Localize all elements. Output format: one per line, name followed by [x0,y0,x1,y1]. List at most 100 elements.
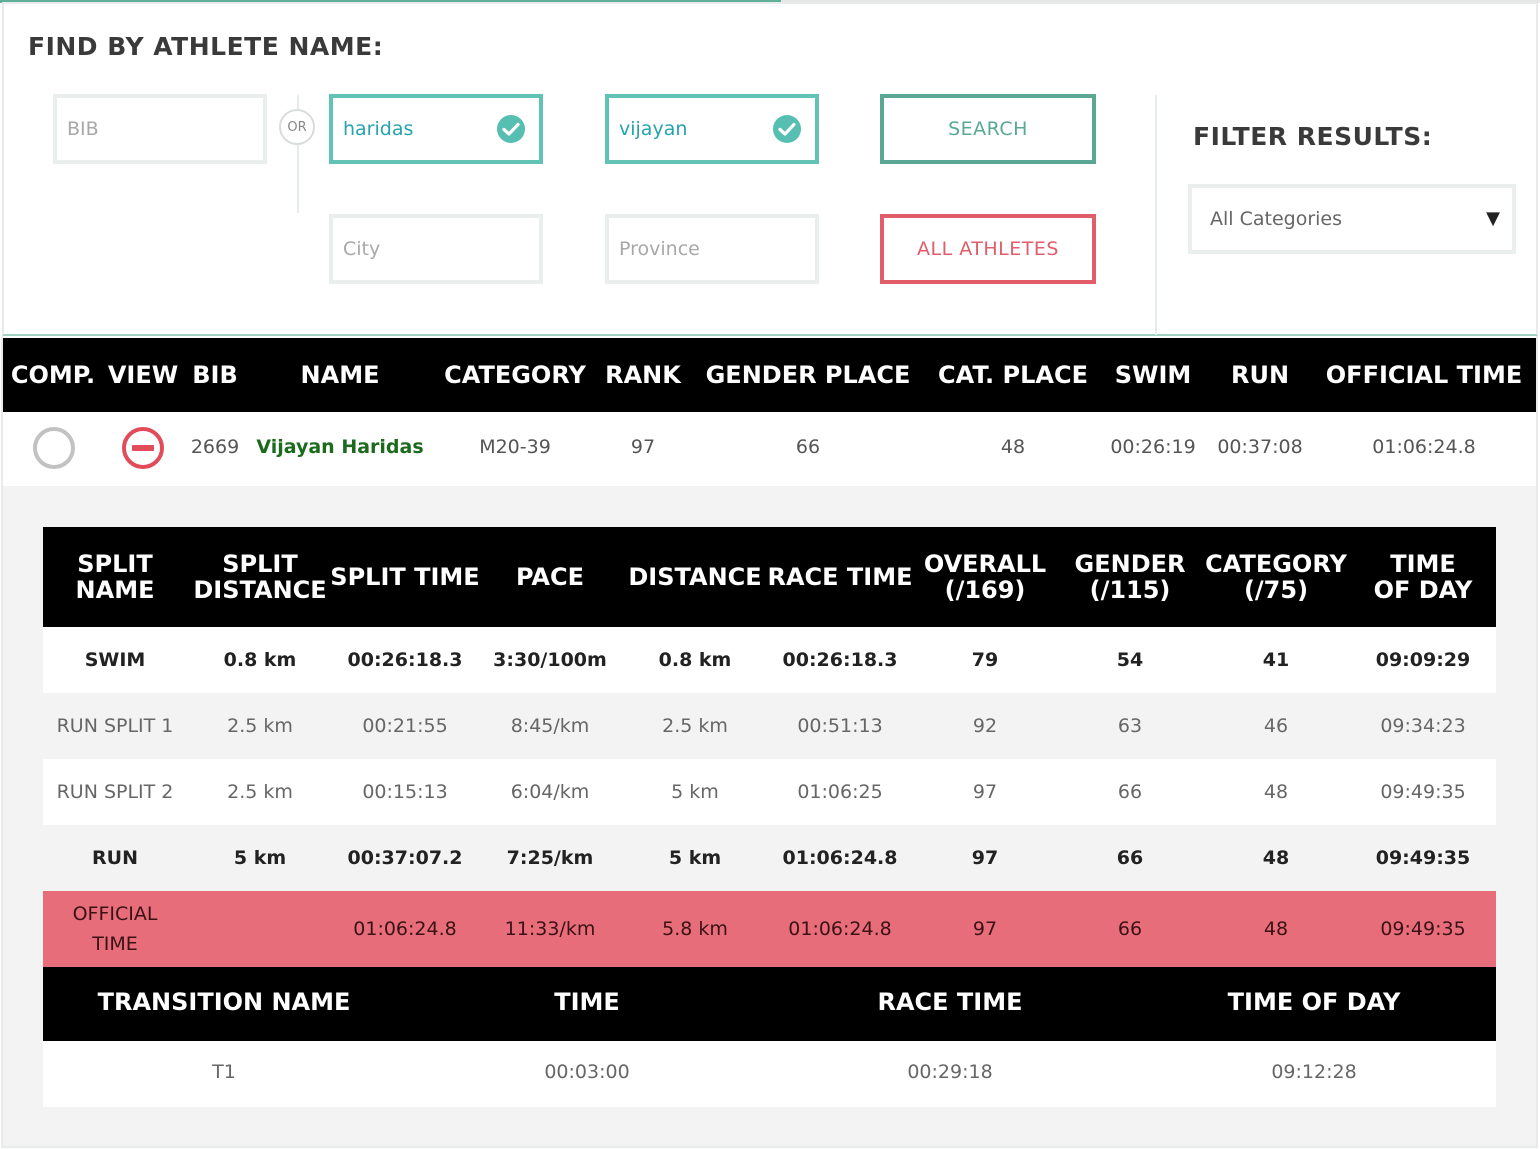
split-pace: 8:45/km [510,715,590,737]
split-category: 41 [1262,649,1290,671]
transition-header-time: TIME [554,988,620,1016]
split-row: SWIM 0.8 km 00:26:18.3 3:30/100m 0.8 km … [43,627,1496,693]
split-time-of-day: 09:49:35 [1380,781,1466,803]
split-category: 48 [1263,918,1289,940]
results-table-header: COMP. VIEW BIB NAME CATEGORY RANK GENDER… [3,338,1536,412]
split-name: SWIM [84,649,146,671]
split-category: 46 [1263,715,1289,737]
split-overall: 79 [971,649,999,671]
split-distance: 2.5 km [227,715,293,737]
header-cat-place[interactable]: CAT. PLACE [938,338,1088,412]
split-race-time: 01:06:24.8 [788,918,892,940]
search-button[interactable]: SEARCH [880,94,1096,164]
split-overall: 97 [972,781,998,803]
header-gender-place[interactable]: GENDER PLACE [706,338,911,412]
split-time: 00:15:13 [362,781,448,803]
split-header-category: CATEGORY (/75) [1205,550,1347,604]
province-input[interactable]: Province [605,214,819,284]
compare-radio[interactable] [33,427,75,469]
transition-row: T1 00:03:00 00:29:18 09:12:28 [43,1041,1496,1107]
city-placeholder: City [343,238,381,260]
split-race-time: 00:26:18.3 [782,649,898,671]
split-cumulative-distance: 0.8 km [658,649,732,671]
split-gender: 66 [1117,918,1143,940]
split-header-name: SPLIT NAME [75,550,155,604]
caret-down-icon: ▼ [1486,208,1500,229]
last-name-value: vijayan [619,118,688,140]
split-race-time: 01:06:24.8 [782,847,898,869]
or-badge: OR [279,109,315,145]
split-distance: 5 km [233,847,287,869]
split-time-of-day: 09:34:23 [1380,715,1466,737]
split-gender: 54 [1116,649,1144,671]
split-name: RUN [92,847,138,869]
header-name[interactable]: NAME [301,338,380,412]
split-time: 00:37:07.2 [347,847,463,869]
result-name-link[interactable]: Vijayan Haridas [256,412,423,486]
city-input[interactable]: City [329,214,543,284]
split-row: RUN 5 km 00:37:07.2 7:25/km 5 km 01:06:2… [43,825,1496,891]
split-pace: 6:04/km [510,781,590,803]
split-cumulative-distance: 5.8 km [662,918,728,940]
all-athletes-button[interactable]: ALL ATHLETES [880,214,1096,284]
result-cat-place: 48 [1000,436,1026,458]
header-bib[interactable]: BIB [192,338,238,412]
bib-placeholder: BIB [67,118,99,140]
split-time: 01:06:24.8 [353,918,457,940]
split-header-split-distance: SPLIT DISTANCE [193,550,327,604]
transition-name: T1 [212,1061,236,1083]
split-name: RUN SPLIT 1 [56,715,174,737]
result-row[interactable]: 2669 Vijayan Haridas M20-39 97 66 48 00:… [3,412,1536,486]
split-time: 00:21:55 [362,715,448,737]
split-row: RUN SPLIT 2 2.5 km 00:15:13 6:04/km 5 km… [43,759,1496,825]
split-time-of-day: 09:49:35 [1375,847,1471,869]
split-cumulative-distance: 5 km [668,847,722,869]
transition-time-of-day: 09:12:28 [1271,1061,1357,1083]
category-select[interactable]: All Categories ▼ [1188,184,1516,254]
split-pace: 7:25/km [506,847,594,869]
bib-input[interactable]: BIB [53,94,267,164]
last-name-input[interactable]: vijayan [605,94,819,164]
result-run: 00:37:08 [1217,436,1303,458]
header-comp[interactable]: COMP. [11,338,95,412]
panel-divider [1155,95,1157,335]
split-gender: 66 [1116,847,1144,869]
split-header-pace: PACE [516,563,584,591]
split-overall: 92 [972,715,998,737]
collapse-minus-icon[interactable] [122,427,164,469]
split-race-time: 00:51:13 [797,715,883,737]
header-swim[interactable]: SWIM [1115,338,1192,412]
header-rank[interactable]: RANK [605,338,681,412]
split-race-time: 01:06:25 [797,781,883,803]
transition-table-header: TRANSITION NAME TIME RACE TIME TIME OF D… [43,967,1496,1041]
result-swim: 00:26:19 [1110,436,1196,458]
transition-header-time-of-day: TIME OF DAY [1227,988,1401,1016]
header-official-time[interactable]: OFFICIAL TIME [1326,338,1522,412]
official-time-row: OFFICIAL TIME 01:06:24.8 11:33/km 5.8 km… [43,891,1496,967]
province-placeholder: Province [619,238,700,260]
transition-time: 00:03:00 [544,1061,630,1083]
split-time-of-day: 09:09:29 [1375,649,1471,671]
split-time-of-day: 09:49:35 [1380,918,1466,940]
split-header-overall: OVERALL (/169) [923,550,1047,604]
split-header-race-time: RACE TIME [767,563,913,591]
header-view[interactable]: VIEW [108,338,178,412]
result-rank: 97 [630,436,656,458]
split-header-gender: GENDER (/115) [1074,550,1186,604]
first-name-value: haridas [343,118,414,140]
split-table: SPLIT NAME SPLIT DISTANCE SPLIT TIME PAC… [43,527,1496,1107]
split-category: 48 [1263,781,1289,803]
split-overall: 97 [972,918,998,940]
split-time: 00:26:18.3 [347,649,463,671]
split-header-time-of-day: TIME OF DAY [1373,550,1473,604]
split-row: RUN SPLIT 1 2.5 km 00:21:55 8:45/km 2.5 … [43,693,1496,759]
first-name-input[interactable]: haridas [329,94,543,164]
split-pace: 3:30/100m [493,649,607,671]
check-circle-icon [497,115,525,143]
header-category[interactable]: CATEGORY [444,338,586,412]
split-cumulative-distance: 5 km [671,781,719,803]
split-name: OFFICIAL TIME [72,903,158,955]
header-run[interactable]: RUN [1231,338,1289,412]
split-table-header: SPLIT NAME SPLIT DISTANCE SPLIT TIME PAC… [43,527,1496,627]
split-pace: 11:33/km [504,918,596,940]
